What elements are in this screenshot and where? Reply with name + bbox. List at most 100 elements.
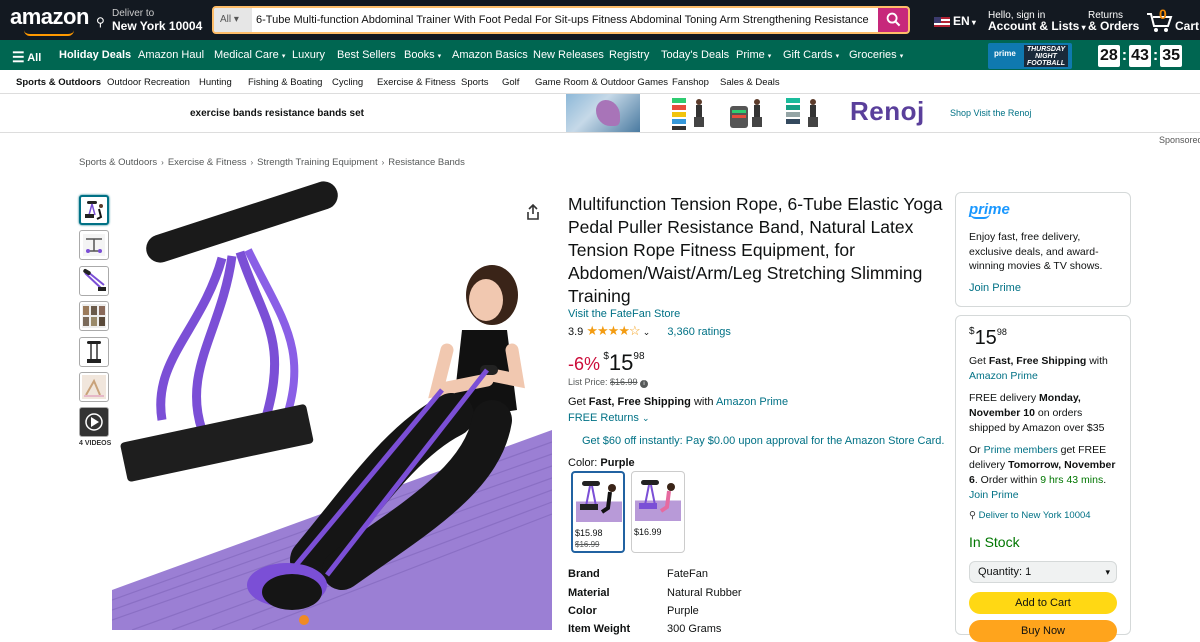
ad-product-image[interactable] [728,94,768,132]
free-delivery-info: FREE delivery Monday, November 10 on ord… [969,392,1105,434]
ad-lifestyle-image[interactable] [566,94,640,132]
store-card-offer-link[interactable]: Get $60 off instantly: Pay $0.00 upon ap… [582,435,944,447]
chevron-down-icon: ⌄ [641,413,650,423]
returns-orders-link[interactable]: Returns & Orders [1088,10,1139,32]
countdown-timer: 28:43:35 [1098,45,1183,67]
join-prime-link[interactable]: Join Prime [969,281,1121,296]
product-main-image[interactable] [112,180,552,630]
search-category-dropdown[interactable]: All ▾ [214,8,252,32]
location-pin-icon: ⚲ [969,510,976,521]
chevron-down-icon: ▾ [281,53,286,60]
subnav-item[interactable]: Fishing & Boating [248,77,322,88]
all-menu-button[interactable]: ☰ All [12,49,41,66]
chevron-down-icon[interactable]: ⌄ [643,327,651,337]
ratings-count-link[interactable]: 3,360 ratings [667,326,731,338]
search-button[interactable] [878,8,908,32]
current-price: $1598 [603,350,645,375]
gallery-thumbnail[interactable] [79,230,109,260]
nav-item-medical-care[interactable]: Medical Care ▾ [214,49,285,61]
swatch-price: $15.98 [575,528,603,538]
swatch-image [635,475,681,521]
breadcrumb: Sports & Outdoors › Exercise & Fitness › Str… [79,157,465,168]
ad-headline: exercise bands resistance bands set [190,108,364,119]
share-icon[interactable] [526,203,540,224]
deliver-to-link[interactable]: ⚲ Deliver to New York 10004 [969,508,1121,523]
prime-logo: prime [969,201,1010,218]
subnav-item[interactable]: Sports & Outdoors [16,77,101,88]
fast-delivery-info: Or Prime members get FREE delivery Tomor… [969,444,1116,501]
play-icon [85,413,103,431]
nav-item-prime[interactable]: Prime ▾ [736,49,771,61]
top-nav-bar: amazon ⚲ Deliver to New York 10004 All ▾… [0,0,1200,40]
nav-item-todays-deals[interactable]: Today's Deals [661,49,729,61]
gallery-thumbnail[interactable] [79,301,109,331]
nav-item-new-releases[interactable]: New Releases [533,49,604,61]
color-swatch-purple[interactable]: $15.98 $16.99 [571,471,625,553]
spec-value: Purple [667,605,699,617]
prime-members-link[interactable]: Prime members [984,444,1058,456]
buybox-price: $1598 [969,326,1007,349]
gallery-thumbnail[interactable] [79,372,109,402]
breadcrumb-item[interactable]: Sports & Outdoors [79,157,157,168]
nav-item-groceries[interactable]: Groceries ▾ [849,49,903,61]
ad-product-image[interactable] [784,94,826,132]
buy-box: $1598 Get Fast, Free Shipping with Amazo… [955,315,1131,642]
subnav-item[interactable]: Sales & Deals [720,77,780,88]
subnav-item[interactable]: Exercise & Fitness [377,77,456,88]
buy-now-button[interactable]: Buy Now [969,620,1117,642]
tnf-logo: THURSDAY NIGHT FOOTBALL [1024,45,1068,67]
amazon-prime-link[interactable]: Amazon Prime [716,396,788,408]
breadcrumb-item[interactable]: Resistance Bands [388,157,465,168]
amazon-prime-link[interactable]: Amazon Prime [969,370,1038,382]
subnav-item[interactable]: Sports [461,77,488,88]
color-swatch-alt[interactable]: $16.99 [631,471,685,553]
nav-item-books[interactable]: Books ▾ [404,49,441,61]
nav-item-luxury[interactable]: Luxury [292,49,325,61]
search-input[interactable] [254,8,878,32]
chevron-down-icon: ▾ [835,53,840,60]
gallery-thumbnail[interactable] [79,266,109,296]
ad-shop-link[interactable]: Shop Visit the Renoj [950,108,1031,118]
free-returns-link[interactable]: FREE Returns ⌄ [568,412,650,424]
subnav-item[interactable]: Hunting [199,77,232,88]
sponsored-label: Sponsored [1159,135,1200,145]
subnav-item[interactable]: Golf [502,77,519,88]
ad-brand-logo[interactable]: Renoj [850,96,925,127]
video-thumbnail[interactable] [79,407,109,437]
spec-key: Brand [568,568,600,580]
search-bar: All ▾ [212,6,910,34]
swatch-image [576,476,622,522]
breadcrumb-item[interactable]: Exercise & Fitness [168,157,247,168]
language-selector[interactable]: EN ▾ [934,14,976,28]
gallery-thumbnail[interactable] [79,195,109,225]
quantity-dropdown[interactable]: Quantity: 1 ▾ [969,561,1117,583]
nav-item-holiday-deals[interactable]: Holiday Deals [59,49,131,61]
thursday-night-football-promo[interactable]: prime THURSDAY NIGHT FOOTBALL [988,43,1072,69]
add-to-cart-button[interactable]: Add to Cart [969,592,1117,614]
stock-status: In Stock [969,534,1020,550]
sponsored-ad-banner[interactable]: exercise bands resistance bands set Reno… [0,94,1200,133]
spec-key: Material [568,587,610,599]
swatch-old-price: $16.99 [575,540,600,549]
ad-product-image[interactable] [670,94,712,132]
subnav-item[interactable]: Game Room & Outdoor Games [535,77,668,88]
gallery-thumbnail[interactable] [79,337,109,367]
subnav-item[interactable]: Cycling [332,77,363,88]
nav-item-amazon-basics[interactable]: Amazon Basics [452,49,528,61]
info-icon[interactable]: i [640,380,649,388]
store-link[interactable]: Visit the FateFan Store [568,308,680,320]
account-lists-menu[interactable]: Hello, sign in Account & Lists ▾ [988,10,1086,33]
nav-item-amazon-haul[interactable]: Amazon Haul [138,49,204,61]
nav-item-best-sellers[interactable]: Best Sellers [337,49,396,61]
subnav-item[interactable]: Fanshop [672,77,709,88]
nav-item-gift-cards[interactable]: Gift Cards ▾ [783,49,839,61]
amazon-logo[interactable]: amazon [10,6,89,36]
breadcrumb-item[interactable]: Strength Training Equipment [257,157,377,168]
location-pin-icon: ⚲ [96,15,105,29]
star-rating-icon[interactable]: ★★★★☆ [586,323,640,338]
join-prime-link[interactable]: Join Prime [969,489,1019,501]
deliver-to-location[interactable]: ⚲ Deliver to New York 10004 [96,8,202,32]
spec-value: Natural Rubber [667,587,742,599]
nav-item-registry[interactable]: Registry [609,49,649,61]
subnav-item[interactable]: Outdoor Recreation [107,77,190,88]
